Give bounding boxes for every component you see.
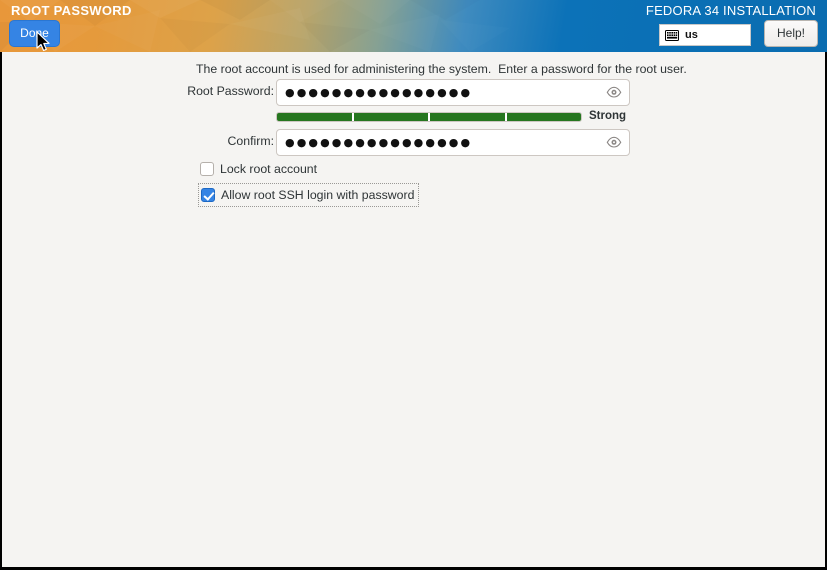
strength-bar [276,112,582,122]
root-password-input[interactable]: ●●●●●●●●●●●●●●●● [276,79,630,106]
allow-root-ssh-checkbox[interactable] [201,188,215,202]
root-password-value: ●●●●●●●●●●●●●●●● [285,86,473,99]
installation-title: FEDORA 34 INSTALLATION [645,3,816,18]
confirm-password-input[interactable]: ●●●●●●●●●●●●●●●● [276,129,630,156]
lock-root-account-row[interactable]: Lock root account [200,160,317,178]
done-button[interactable]: Done [9,20,60,47]
eye-icon[interactable] [606,85,622,99]
allow-root-ssh-label: Allow root SSH login with password [221,188,415,202]
keyboard-icon [665,29,679,41]
header-bar: ROOT PASSWORD FEDORA 34 INSTALLATION Don… [0,0,827,52]
root-password-label: Root Password: [187,84,274,98]
lock-root-account-label: Lock root account [220,162,318,176]
strength-segment [430,113,507,121]
installer-window: ROOT PASSWORD FEDORA 34 INSTALLATION Don… [0,0,827,570]
strength-segment [277,113,354,121]
strength-segment [353,113,430,121]
strength-segment [506,113,581,121]
main-content: The root account is used for administeri… [1,52,826,568]
help-button[interactable]: Help! [764,20,818,47]
strength-label: Strong [589,110,627,122]
password-strength-meter: Strong [276,110,630,125]
confirm-password-label: Confirm: [227,134,274,148]
allow-root-ssh-row[interactable]: Allow root SSH login with password [198,183,420,207]
confirm-password-value: ●●●●●●●●●●●●●●●● [285,136,473,149]
lock-root-account-checkbox[interactable] [200,162,214,176]
eye-icon[interactable] [606,135,622,149]
keyboard-layout-label: us [685,29,698,41]
description-text: The root account is used for administeri… [196,62,687,76]
page-title: ROOT PASSWORD [11,3,132,18]
keyboard-layout-indicator[interactable]: us [659,24,751,46]
